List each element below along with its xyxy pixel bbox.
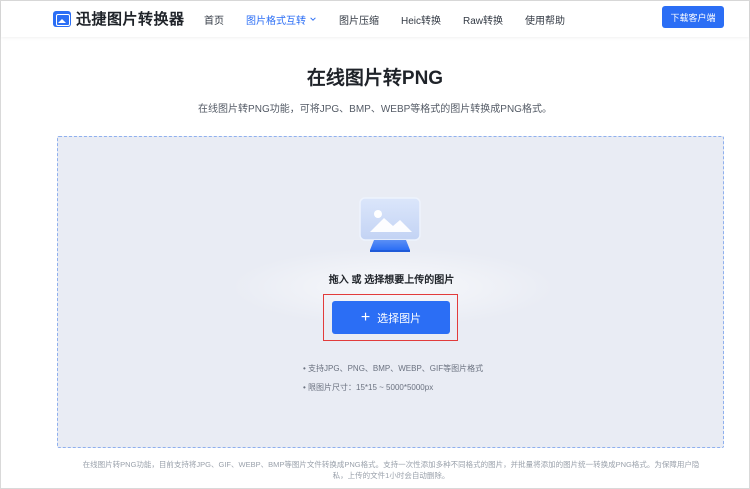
main-nav: 首页 图片格式互转 图片压缩 Heic转换 Raw转换 使用帮助 bbox=[204, 1, 587, 37]
nav-item-raw[interactable]: Raw转换 bbox=[463, 12, 503, 27]
nav-item-home[interactable]: 首页 bbox=[204, 12, 224, 27]
nav-label: 图片压缩 bbox=[339, 15, 379, 27]
picture-upload-icon bbox=[359, 197, 421, 252]
nav-label: Raw转换 bbox=[463, 15, 504, 27]
top-nav-bar: 迅捷图片转换器 首页 图片格式互转 图片压缩 Heic转换 Raw转换 使用帮助… bbox=[1, 1, 749, 37]
nav-item-heic[interactable]: Heic转换 bbox=[401, 12, 441, 27]
download-client-button[interactable]: 下载客户端 bbox=[662, 6, 724, 28]
size-rule: • 限图片尺寸：15*15 ~ 5000*5000px bbox=[303, 383, 434, 392]
select-image-button[interactable]: + 选择图片 bbox=[332, 301, 450, 334]
page-title: 在线图片转PNG bbox=[306, 68, 444, 89]
brand-logo[interactable]: 迅捷图片转换器 bbox=[53, 8, 185, 29]
page-subtitle: 在线图片转PNG功能，可将JPG、BMP、WEBP等格式的图片转换成PNG格式。 bbox=[198, 104, 552, 115]
brand-name: 迅捷图片转换器 bbox=[76, 11, 185, 28]
select-image-label: 选择图片 bbox=[377, 312, 422, 325]
upload-dropzone[interactable]: 拖入 或 选择想要上传的图片 + 选择图片 • 支持JPG、PNG、BMP、WE… bbox=[57, 136, 724, 448]
nav-label: 图片格式互转 bbox=[246, 15, 306, 27]
nav-item-format-convert[interactable]: 图片格式互转 bbox=[246, 12, 317, 27]
nav-item-help[interactable]: 使用帮助 bbox=[525, 12, 565, 27]
upload-hint: 拖入 或 选择想要上传的图片 bbox=[328, 275, 455, 286]
image-icon bbox=[53, 10, 71, 27]
chevron-down-icon bbox=[310, 17, 316, 21]
nav-label: 首页 bbox=[204, 15, 224, 27]
footer-description: 在线图片转PNG功能，目前支持将JPG、GIF、WEBP、BMP等图片文件转换成… bbox=[82, 460, 700, 480]
plus-icon: + bbox=[360, 308, 371, 326]
format-rule: • 支持JPG、PNG、BMP、WEBP、GIF等图片格式 bbox=[303, 364, 484, 373]
nav-label: Heic转换 bbox=[401, 15, 442, 27]
nav-label: 使用帮助 bbox=[525, 15, 566, 27]
nav-item-compress[interactable]: 图片压缩 bbox=[339, 12, 379, 27]
